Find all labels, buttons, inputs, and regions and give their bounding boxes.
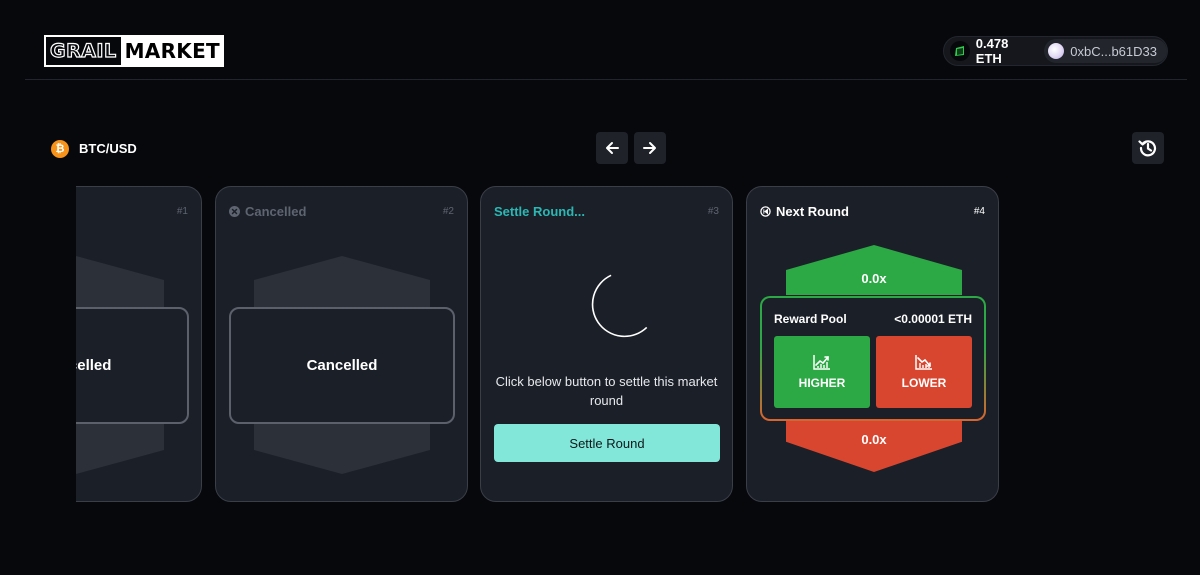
card-header: Next Round #4 xyxy=(760,203,985,219)
settle-round-button[interactable]: Settle Round xyxy=(494,424,720,462)
pair-label: BTC/USD xyxy=(79,141,137,156)
next-round-button[interactable] xyxy=(634,132,666,164)
card-header: #1 xyxy=(76,203,188,219)
bitcoin-icon: ₿ xyxy=(51,139,69,158)
wallet-balance[interactable]: 0.478 ETH xyxy=(944,36,1037,66)
header-divider xyxy=(25,79,1187,80)
trend-down-icon xyxy=(915,354,933,370)
card-title: Next Round xyxy=(760,204,849,219)
history-icon xyxy=(1138,140,1157,157)
round-card-4[interactable]: Next Round #4 0.0x 0.0x Reward Pool <0.0… xyxy=(746,186,999,502)
card-header: Settle Round... #3 xyxy=(494,203,719,219)
round-number: #4 xyxy=(973,205,985,217)
loading-spinner-icon xyxy=(591,274,648,338)
round-card-3[interactable]: Settle Round... #3 Click below button to… xyxy=(480,186,733,502)
card-title-text: Next Round xyxy=(776,203,849,219)
arrow-left-icon xyxy=(606,142,619,154)
cancelled-status: Cancelled xyxy=(76,307,189,424)
cancelled-status: Cancelled xyxy=(229,307,455,424)
logo-grail-text: GRAIL xyxy=(44,35,121,67)
reward-pool-value: <0.00001 ETH xyxy=(894,312,972,326)
logo-market-text: MARKET xyxy=(120,35,224,67)
round-number: #3 xyxy=(707,205,719,217)
card-title: Cancelled xyxy=(229,204,306,219)
card-title-text: Cancelled xyxy=(245,203,307,219)
cancel-circle-icon xyxy=(229,205,240,217)
lower-button[interactable]: LOWER xyxy=(876,336,972,408)
down-payout-value: 0.0x xyxy=(861,432,887,447)
lower-label: LOWER xyxy=(901,376,947,390)
wallet-widget[interactable]: 0.478 ETH 0xbC...b61D33 xyxy=(943,36,1168,66)
settle-message: Click below button to settle this market… xyxy=(495,374,718,408)
round-number: #1 xyxy=(176,205,188,217)
card-header: Cancelled #2 xyxy=(229,203,454,219)
wallet-balance-value: 0.478 ETH xyxy=(975,36,1009,66)
trend-up-icon xyxy=(813,354,831,370)
round-card-2[interactable]: Cancelled #2 Cancelled xyxy=(215,186,468,502)
reward-pool-header: Reward Pool <0.00001 ETH xyxy=(774,312,972,326)
card-title: Settle Round... xyxy=(494,203,585,219)
wallet-address: 0xbC...b61D33 xyxy=(1070,43,1157,59)
avatar xyxy=(1048,43,1065,59)
header: GRAIL MARKET 0.478 ETH 0xbC...b61D33 xyxy=(0,0,1200,80)
reward-pool-label: Reward Pool xyxy=(774,312,847,326)
rounds-carousel[interactable]: #1 Cancelled Cancelled #2 Cancelled Sett… xyxy=(76,186,1200,504)
logo[interactable]: GRAIL MARKET xyxy=(44,35,224,67)
wallet-address-button[interactable]: 0xbC...b61D33 xyxy=(1044,39,1167,63)
history-button[interactable] xyxy=(1132,132,1164,164)
round-card-1[interactable]: #1 Cancelled xyxy=(76,186,202,502)
prev-round-button[interactable] xyxy=(596,132,628,164)
reward-pool-panel: Reward Pool <0.00001 ETH HIGHER LOWER xyxy=(760,296,986,421)
higher-button[interactable]: HIGHER xyxy=(774,336,870,408)
arrow-right-icon xyxy=(643,142,656,154)
round-number: #2 xyxy=(442,205,454,217)
up-payout-value: 0.0x xyxy=(861,271,887,286)
market-pair[interactable]: ₿ BTC/USD xyxy=(51,139,137,158)
play-circle-icon xyxy=(760,205,771,217)
higher-label: HIGHER xyxy=(798,376,846,390)
up-payout-shape xyxy=(786,245,962,295)
wallet-icon xyxy=(950,41,970,61)
